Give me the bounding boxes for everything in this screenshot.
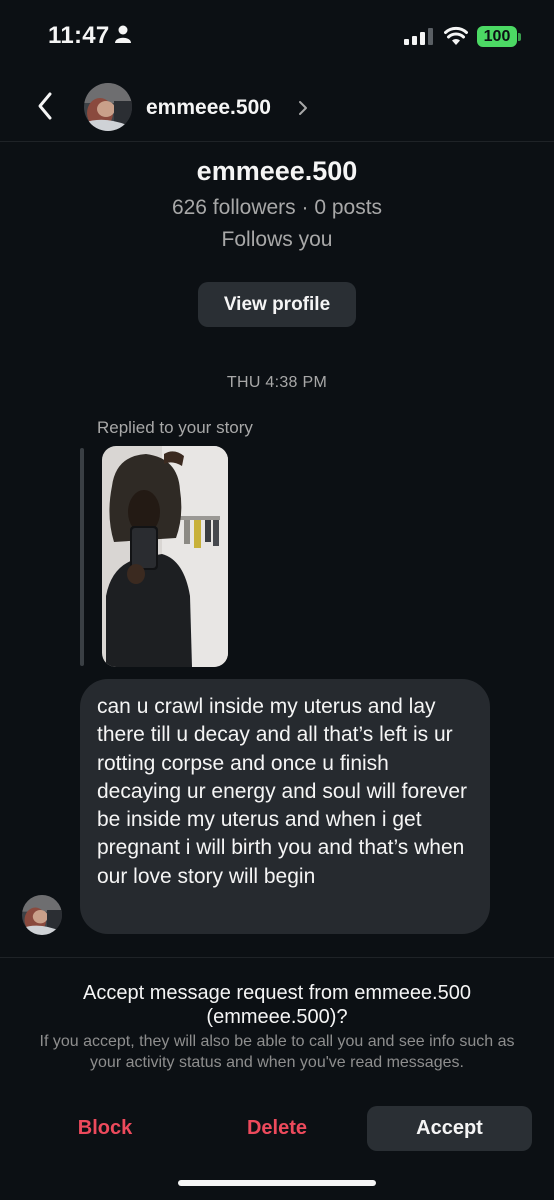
story-thumbnail[interactable] [102,446,228,667]
view-profile-button[interactable]: View profile [198,282,356,327]
status-bar: 11:47 100 [0,0,554,72]
battery-cap [518,33,521,41]
accept-button[interactable]: Accept [367,1106,532,1151]
status-time: 11:47 [48,22,110,49]
cellular-signal-icon [404,28,434,50]
replied-to-story-label: Replied to your story [97,418,253,437]
request-description: If you accept, they will also be able to… [39,1033,515,1071]
section-divider [0,957,554,958]
profile-name: emmeee.500 [196,156,358,186]
profile-stats: 626 followers · 0 posts [171,196,383,219]
person-icon [115,25,131,48]
wifi-icon [444,26,468,50]
block-button[interactable]: Block [40,1106,170,1151]
reply-indicator-bar [80,448,84,666]
header-username[interactable]: emmeee.500 [146,96,271,120]
battery-indicator: 100 [477,26,517,47]
home-indicator[interactable] [178,1180,376,1186]
chevron-right-icon[interactable] [298,100,308,121]
back-chevron-icon[interactable] [30,90,62,122]
message-bubble[interactable]: can u crawl inside my uterus and lay the… [80,679,490,934]
avatar[interactable] [84,83,132,131]
sender-avatar[interactable] [22,895,62,935]
message-timestamp: THU 4:38 PM [226,374,328,391]
follows-you-label: Follows you [221,228,333,251]
delete-button[interactable]: Delete [212,1106,342,1151]
request-title: Accept message request from emmeee.500 (… [83,982,471,1028]
message-text: can u crawl inside my uterus and lay the… [97,695,468,888]
chat-header: emmeee.500 [0,78,554,142]
